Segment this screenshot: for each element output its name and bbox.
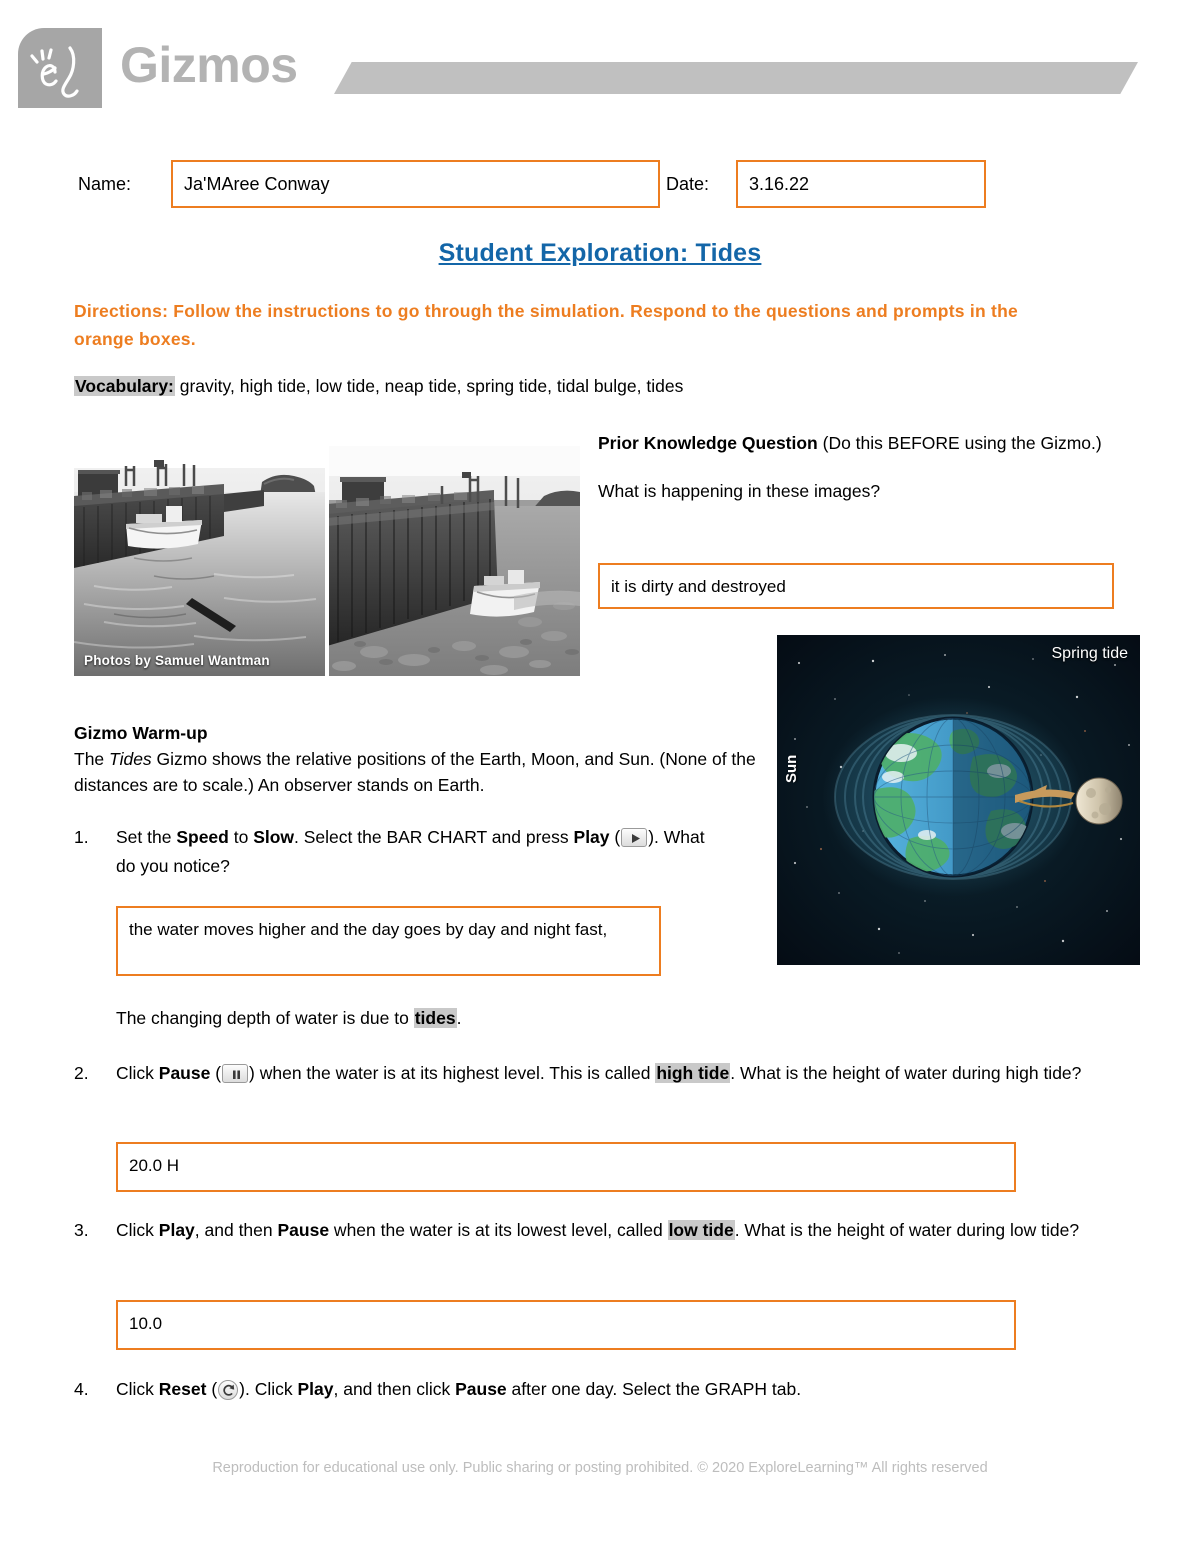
photo-credit: Photos by Samuel Wantman <box>84 653 270 668</box>
q3-part-c: , and then <box>194 1220 278 1240</box>
q2-pause-bold: Pause <box>158 1063 211 1083</box>
q3-part-a: Click <box>116 1220 159 1240</box>
tides-highlight: tides <box>413 1008 457 1028</box>
vocabulary-label: Vocabulary: <box>74 376 175 396</box>
question-1-answer-input[interactable]: the water moves higher and the day goes … <box>116 906 661 976</box>
q2-part-d: ) when the water is at its highest level… <box>249 1063 656 1083</box>
gizmos-logo <box>18 28 102 108</box>
q1-slow-bold: Slow <box>253 827 295 847</box>
q2-part-a: Click <box>116 1063 159 1083</box>
q4-part-c: ( <box>206 1379 218 1399</box>
q1-part-g: ( <box>609 827 621 847</box>
warmup-pre: The <box>74 749 110 769</box>
tide-photos: Photos by Samuel Wantman <box>74 446 580 676</box>
q1-part-e: . Select the BAR CHART and press <box>294 827 574 847</box>
prior-knowledge-block: Prior Knowledge Question (Do this BEFORE… <box>598 430 1114 504</box>
question-4: 4. Click Reset ( ). Click Play, and then … <box>74 1375 1134 1404</box>
question-2: 2. Click Pause ( ) when the water is at i… <box>74 1059 1134 1088</box>
brand-accent-bar <box>334 62 1138 94</box>
reset-icon[interactable] <box>218 1380 239 1400</box>
q4-part-a: Click <box>116 1379 159 1399</box>
question-1: 1. Set the Speed to Slow. Select the BAR… <box>74 823 714 881</box>
question-3: 3. Click Play, and then Pause when the w… <box>74 1216 1134 1245</box>
warmup-post: Gizmo shows the relative positions of th… <box>74 749 756 795</box>
q1-speed-bold: Speed <box>176 827 229 847</box>
warmup-italic-tides: Tides <box>109 749 152 769</box>
prior-knowledge-heading: Prior Knowledge Question (Do this BEFORE… <box>598 430 1114 456</box>
q1-part-c: to <box>228 827 254 847</box>
harbor-photos-image <box>74 446 580 676</box>
prior-knowledge-question: What is happening in these images? <box>598 481 881 501</box>
question-3-text: Click Play, and then Pause when the wate… <box>116 1216 1134 1245</box>
q1-part-a: Set the <box>116 827 177 847</box>
q2-part-f: . What is the height of water during hig… <box>730 1063 1082 1083</box>
question-4-number: 4. <box>74 1379 89 1399</box>
pause-icon[interactable] <box>222 1064 249 1083</box>
date-label: Date: <box>666 174 710 194</box>
q4-play-bold: Play <box>297 1379 334 1399</box>
q2-part-c: ( <box>210 1063 222 1083</box>
gizmo-warmup-title: Gizmo Warm-up <box>74 723 208 743</box>
play-icon[interactable] <box>621 828 648 847</box>
directions-text: Directions: Follow the instructions to g… <box>74 301 1019 349</box>
q4-part-d: ). Click <box>239 1379 298 1399</box>
date-input[interactable]: 3.16.22 <box>736 160 986 208</box>
question-4-text: Click Reset ( ). Click Play, and then cli… <box>116 1375 1134 1404</box>
question-1-text: Set the Speed to Slow. Select the BAR CH… <box>116 823 714 881</box>
page-title: Student Exploration: Tides <box>438 239 762 267</box>
q4-part-h: after one day. Select the GRAPH tab. <box>506 1379 802 1399</box>
page-footer: Reproduction for educational use only. P… <box>212 1460 988 1476</box>
name-label: Name: <box>78 174 132 194</box>
prior-knowledge-answer-input[interactable]: it is dirty and destroyed <box>598 563 1114 609</box>
q4-pause-bold: Pause <box>455 1379 507 1399</box>
gizmo-warmup-block: Gizmo Warm-up The Tides Gizmo shows the … <box>74 720 764 798</box>
question-2-text: Click Pause ( ) when the water is at its … <box>116 1059 1134 1088</box>
spring-tide-label: Spring tide <box>1051 645 1129 662</box>
prior-knowledge-heading-bold: Prior Knowledge Question <box>598 433 818 453</box>
q1-play-bold: Play <box>573 827 610 847</box>
question-3-answer-input[interactable]: 10.0 <box>116 1300 1016 1350</box>
tides-definition-sentence: The changing depth of water is due to ti… <box>116 1005 716 1031</box>
q4-reset-bold: Reset <box>158 1379 207 1399</box>
brand-name: Gizmos <box>120 37 298 93</box>
question-2-answer-input[interactable]: 20.0 H <box>116 1142 1016 1192</box>
tides-sentence-post: . <box>456 1008 462 1028</box>
q3-part-e: when the water is at its lowest level, c… <box>329 1220 668 1240</box>
el-logo-icon <box>30 46 79 98</box>
question-2-number: 2. <box>74 1063 89 1083</box>
gizmo-warmup-body: The Tides Gizmo shows the relative posit… <box>74 746 764 798</box>
prior-knowledge-heading-rest: (Do this BEFORE using the Gizmo.) <box>817 433 1102 453</box>
q3-part-g: . What is the height of water during low… <box>734 1220 1080 1240</box>
q3-pause-bold: Pause <box>277 1220 330 1240</box>
earth-moon-sun-diagram <box>777 635 1140 965</box>
brand-header: Gizmos <box>0 0 1200 118</box>
name-date-row: Name: Ja'MAree Conway Date: 3.16.22 <box>78 160 1122 208</box>
tides-sentence-pre: The changing depth of water is due to <box>116 1008 414 1028</box>
vocabulary-terms: gravity, high tide, low tide, neap tide,… <box>179 376 684 396</box>
name-input[interactable]: Ja'MAree Conway <box>171 160 660 208</box>
q2-high-tide-highlight: high tide <box>655 1063 731 1083</box>
tides-gizmo-screenshot: Spring tide Sun <box>777 635 1140 965</box>
sun-label: Sun <box>783 754 800 783</box>
q3-low-tide-highlight: low tide <box>667 1220 735 1240</box>
question-3-number: 3. <box>74 1220 89 1240</box>
vocabulary-line: Vocabulary: gravity, high tide, low tide… <box>74 374 1124 398</box>
q4-part-f: , and then click <box>333 1379 456 1399</box>
question-1-number: 1. <box>74 827 89 847</box>
q3-play-bold: Play <box>158 1220 195 1240</box>
